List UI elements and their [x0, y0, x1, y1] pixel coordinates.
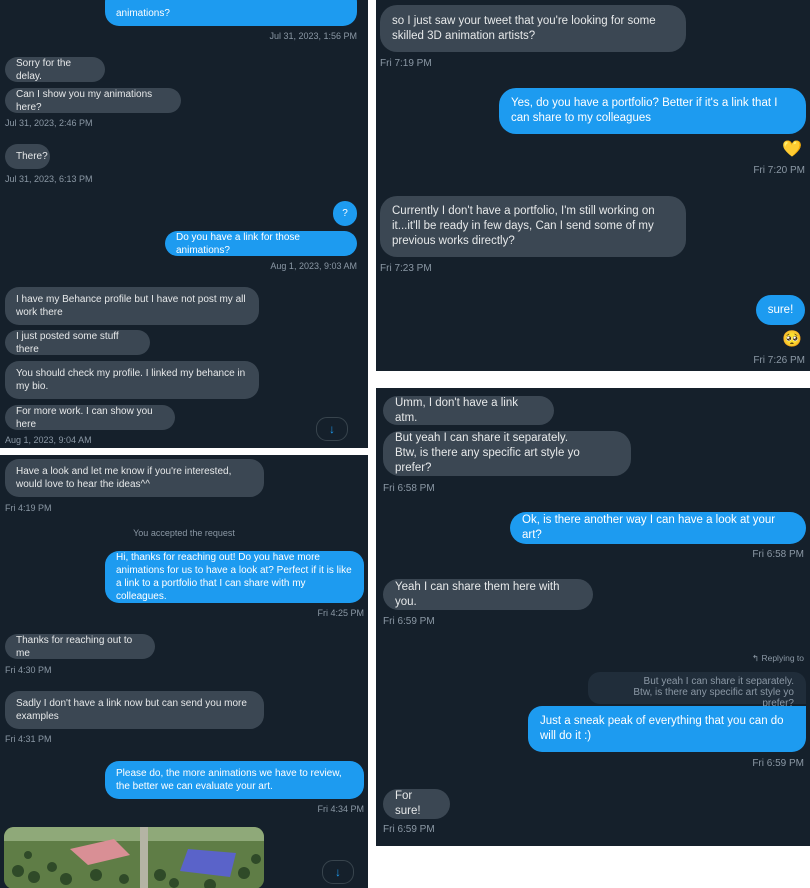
replying-to-label: Replying to: [761, 653, 804, 663]
message-bubble-incoming[interactable]: There?: [5, 144, 50, 169]
message-text: Do you have a link for those animations?: [176, 231, 300, 256]
chat-panel-c: so I just saw your tweet that you're loo…: [376, 0, 810, 371]
message-bubble-outgoing[interactable]: Please do, the more animations we have t…: [105, 761, 364, 799]
message-timestamp: Jul 31, 2023, 6:13 PM: [5, 174, 93, 184]
message-bubble-outgoing[interactable]: Do you have a link for those animations?: [165, 231, 357, 256]
message-bubble-incoming[interactable]: Thanks for reaching out to me: [5, 634, 155, 659]
message-text: so I just saw your tweet that you're loo…: [392, 14, 656, 42]
message-text: Just a sneak peak of everything that you…: [540, 715, 784, 742]
message-text: Yes, do you have a portfolio? Better if …: [511, 97, 778, 124]
message-bubble-incoming[interactable]: Sorry for the delay.: [5, 57, 105, 82]
message-bubble-incoming[interactable]: Yeah I can share them here with you.: [383, 579, 593, 610]
message-bubble-incoming[interactable]: Currently I don't have a portfolio, I'm …: [380, 196, 686, 257]
quoted-message[interactable]: But yeah I can share it separately. Btw,…: [588, 672, 806, 709]
message-timestamp: Fri 7:23 PM: [380, 263, 432, 274]
arrow-down-icon: ↓: [335, 865, 341, 879]
message-text: There?: [16, 151, 48, 162]
message-bubble-incoming[interactable]: so I just saw your tweet that you're loo…: [380, 5, 686, 52]
scroll-to-bottom-button[interactable]: ↓: [322, 860, 354, 884]
chat-panel-d: Umm, I don't have a link atm. But yeah I…: [376, 388, 810, 846]
message-bubble-outgoing[interactable]: sure!: [756, 295, 805, 325]
message-timestamp: Fri 6:59 PM: [383, 824, 435, 835]
message-text: I have my Behance profile but I have not…: [16, 294, 246, 318]
message-bubble-incoming[interactable]: You should check my profile. I linked my…: [5, 361, 259, 399]
message-bubble-outgoing[interactable]: Just a sneak peak of everything that you…: [528, 706, 806, 752]
message-timestamp: Fri 6:59 PM: [752, 758, 804, 769]
replying-to-indicator: ↰ Replying to: [752, 653, 804, 664]
message-timestamp: Aug 1, 2023, 9:03 AM: [270, 261, 357, 271]
message-timestamp: Fri 6:58 PM: [752, 549, 804, 560]
message-bubble-incoming[interactable]: I have my Behance profile but I have not…: [5, 287, 259, 325]
pleading-face-reaction-icon[interactable]: 🥺: [782, 331, 802, 349]
message-text: Ok, is there another way I can have a lo…: [522, 514, 776, 541]
message-text: sure!: [767, 303, 794, 316]
request-accepted-notice: You accepted the request: [133, 528, 235, 538]
message-timestamp: Fri 4:34 PM: [317, 804, 364, 814]
message-bubble-outgoing[interactable]: animations?: [105, 0, 357, 26]
message-text: Can I show you my animations here?: [16, 88, 153, 113]
message-text: You should check my profile. I linked my…: [16, 368, 246, 392]
message-timestamp: Aug 1, 2023, 9:04 AM: [5, 435, 92, 445]
animation-video-thumbnail[interactable]: [4, 827, 264, 888]
message-text: Sorry for the delay.: [16, 57, 72, 82]
message-bubble-incoming[interactable]: Have a look and let me know if you're in…: [5, 459, 264, 497]
message-timestamp: Fri 4:31 PM: [5, 734, 52, 744]
message-text: For more work. I can show you here: [16, 405, 153, 430]
message-text: I just posted some stuff there: [16, 330, 119, 355]
message-bubble-outgoing[interactable]: Hi, thanks for reaching out! Do you have…: [105, 551, 364, 603]
message-text: animations?: [116, 8, 170, 19]
message-text: Currently I don't have a portfolio, I'm …: [392, 205, 655, 247]
video-preview-image: [4, 827, 264, 888]
chat-panel-b: Have a look and let me know if you're in…: [0, 455, 368, 888]
message-text: Umm, I don't have a link atm.: [395, 396, 518, 424]
message-timestamp: Fri 4:30 PM: [5, 665, 52, 675]
message-text: Sadly I don't have a link now but can se…: [16, 698, 247, 722]
message-bubble-incoming[interactable]: For sure!: [383, 789, 450, 819]
message-bubble-incoming[interactable]: Can I show you my animations here?: [5, 88, 181, 113]
message-bubble-outgoing[interactable]: Ok, is there another way I can have a lo…: [510, 512, 806, 544]
message-timestamp: Fri 7:26 PM: [753, 355, 805, 366]
scroll-to-bottom-button[interactable]: ↓: [316, 417, 348, 441]
message-text: But yeah I can share it separately. Btw,…: [395, 432, 580, 474]
message-text: For sure!: [395, 790, 421, 817]
message-bubble-incoming[interactable]: Umm, I don't have a link atm.: [383, 396, 554, 425]
message-timestamp: Jul 31, 2023, 2:46 PM: [5, 118, 93, 128]
message-bubble-outgoing[interactable]: ?: [333, 201, 357, 226]
message-text: Have a look and let me know if you're in…: [16, 466, 232, 490]
message-bubble-outgoing[interactable]: Yes, do you have a portfolio? Better if …: [499, 88, 806, 134]
arrow-down-icon: ↓: [329, 422, 335, 436]
message-bubble-incoming[interactable]: Sadly I don't have a link now but can se…: [5, 691, 264, 729]
message-text: Thanks for reaching out to me: [16, 634, 133, 659]
quoted-message-text: But yeah I can share it separately. Btw,…: [633, 676, 794, 709]
message-timestamp: Fri 4:19 PM: [5, 503, 52, 513]
message-text: Yeah I can share them here with you.: [395, 580, 560, 608]
message-timestamp: Fri 6:59 PM: [383, 616, 435, 627]
message-timestamp: Fri 7:20 PM: [753, 165, 805, 176]
heart-reaction-icon[interactable]: 💛: [782, 141, 802, 159]
chat-panel-a: animations? Jul 31, 2023, 1:56 PM Sorry …: [0, 0, 368, 448]
message-timestamp: Fri 6:58 PM: [383, 483, 435, 494]
message-text: ?: [342, 208, 348, 219]
message-timestamp: Fri 4:25 PM: [317, 608, 364, 618]
message-text: Please do, the more animations we have t…: [116, 768, 342, 792]
message-text: Hi, thanks for reaching out! Do you have…: [116, 552, 352, 602]
message-bubble-incoming[interactable]: I just posted some stuff there: [5, 330, 150, 355]
message-timestamp: Jul 31, 2023, 1:56 PM: [269, 31, 357, 41]
message-timestamp: Fri 7:19 PM: [380, 58, 432, 69]
message-bubble-incoming[interactable]: For more work. I can show you here: [5, 405, 175, 430]
message-bubble-incoming[interactable]: But yeah I can share it separately. Btw,…: [383, 431, 631, 476]
